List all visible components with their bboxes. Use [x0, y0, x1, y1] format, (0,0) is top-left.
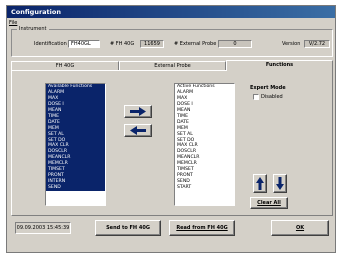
external-probe-field: 0: [218, 40, 252, 48]
clear-all-button[interactable]: Clear All: [250, 197, 288, 209]
fh40g-count-label: # FH 40G: [110, 41, 135, 47]
available-functions-list[interactable]: Available Functions ALARM MAX DOSE I MEAN TI…: [45, 83, 106, 206]
move-down-button[interactable]: [273, 174, 287, 193]
identification-field[interactable]: FH40GL: [68, 40, 100, 48]
version-label: Version: [282, 41, 301, 47]
arrow-down-icon: [276, 177, 284, 190]
functions-panel: Available Functions ALARM MAX DOSE I MEAN TI…: [11, 70, 333, 216]
list-item[interactable]: START: [175, 185, 234, 191]
arrow-up-icon: [256, 177, 264, 190]
instrument-group: Instrument Identification FH40GL # FH 40…: [11, 26, 333, 57]
expert-mode-title: Expert Mode: [250, 85, 286, 91]
configuration-window: Configuration File Instrument Identifica…: [6, 5, 336, 253]
window-title: Configuration: [7, 6, 335, 18]
status-datetime: 09.09.2003 15:45:39: [15, 222, 71, 234]
arrow-left-icon: [130, 126, 146, 135]
ok-button-label: OK: [295, 225, 305, 231]
send-button[interactable]: Send to FH 40G: [95, 220, 161, 236]
fh40g-count-field: 11659: [140, 40, 164, 48]
expert-mode-checkbox[interactable]: [253, 94, 259, 100]
active-functions-list[interactable]: Active Functions ALARM MAX DOSE I MEAN TIME D…: [174, 83, 235, 206]
external-probe-label: # External Probe: [174, 41, 217, 47]
arrow-right-icon: [130, 107, 146, 116]
read-button[interactable]: Read from FH 40G: [169, 220, 235, 236]
move-up-button[interactable]: [253, 174, 267, 193]
move-right-button[interactable]: [124, 105, 152, 118]
tab-functions[interactable]: Functions: [226, 60, 333, 71]
identification-label: Identification: [34, 41, 67, 47]
instrument-legend: Instrument: [17, 26, 49, 32]
list-item[interactable]: SEND: [46, 185, 105, 191]
ok-button[interactable]: OK: [271, 220, 329, 236]
move-left-button[interactable]: [124, 124, 152, 137]
version-field: V/2.72: [304, 40, 330, 48]
expert-mode-checkbox-label: Disabled: [261, 94, 283, 100]
read-button-label: Read from FH 40G: [176, 225, 228, 231]
clear-all-label: Clear All: [257, 200, 281, 206]
send-button-label: Send to FH 40G: [106, 225, 150, 231]
